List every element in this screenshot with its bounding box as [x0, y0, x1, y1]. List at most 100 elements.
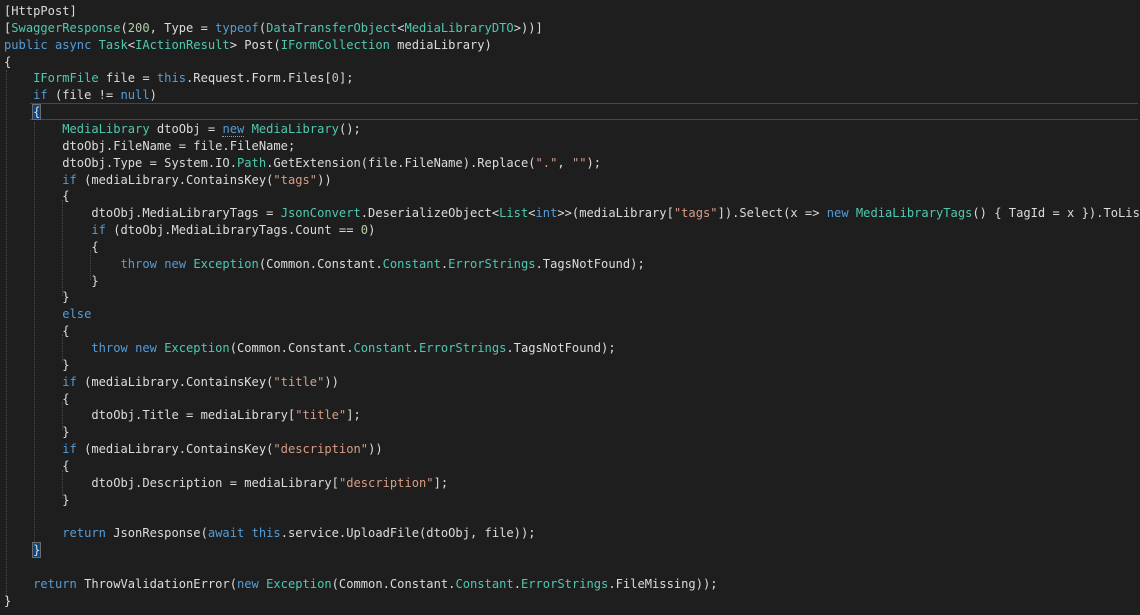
code-line[interactable]: IFormFile file = this.Request.Form.Files…: [4, 70, 353, 87]
type-token: Exception: [193, 256, 259, 271]
type-token: Exception: [266, 576, 332, 591]
keyword-token: if: [62, 172, 77, 187]
code-line[interactable]: {: [4, 188, 69, 205]
code-line[interactable]: {: [4, 104, 42, 121]
code-line[interactable]: dtoObj.Type = System.IO.Path.GetExtensio…: [4, 155, 601, 172]
code-editor[interactable]: [HttpPost] [SwaggerResponse(200, Type = t…: [0, 0, 1140, 615]
type-token: Path: [237, 155, 267, 170]
code-line[interactable]: {: [4, 239, 98, 256]
code-line[interactable]: public async Task<IActionResult> Post(IF…: [4, 37, 492, 54]
keyword-token: async: [54, 37, 92, 52]
code-line[interactable]: }: [4, 542, 42, 559]
code-text: );: [586, 155, 602, 170]
code-line[interactable]: if (dtoObj.MediaLibraryTags.Count == 0): [4, 222, 375, 239]
code-text: }: [4, 290, 70, 305]
code-text: }: [4, 273, 99, 288]
keyword-token: null: [120, 88, 150, 103]
code-line[interactable]: {: [4, 391, 70, 408]
code-line[interactable]: dtoObj.MediaLibraryTags = JsonConvert.De…: [4, 205, 1140, 222]
code-line[interactable]: dtoObj.Description = mediaLibrary["descr…: [4, 475, 448, 492]
code-line[interactable]: {: [4, 323, 70, 340]
code-line[interactable]: {: [4, 54, 11, 71]
code-text: )): [368, 442, 383, 457]
type-token: IFormFile: [33, 71, 99, 86]
type-token: JsonConvert: [280, 206, 361, 221]
code-text: .service.UploadFile(dtoObj, file));: [280, 526, 536, 541]
keyword-token: int: [535, 206, 558, 221]
code-line[interactable]: throw new Exception(Common.Constant.Cons…: [4, 256, 645, 273]
code-line[interactable]: {: [4, 458, 69, 475]
keyword-token: throw: [120, 256, 157, 271]
code-text: [HttpPost]: [4, 4, 77, 18]
string-token: "title": [295, 408, 347, 423]
string-token: "": [571, 155, 587, 170]
code-line[interactable]: if (mediaLibrary.ContainsKey("title")): [4, 374, 339, 391]
code-text: dtoObj.Description = mediaLibrary[: [4, 475, 339, 490]
code-text: , Type =: [149, 20, 216, 35]
type-token: ErrorStrings: [520, 576, 609, 591]
string-token: "description": [273, 442, 369, 457]
string-token: "tags": [273, 172, 318, 187]
code-text: >))]: [513, 20, 543, 35]
code-text: {: [4, 324, 70, 339]
code-line[interactable]: MediaLibrary dtoObj = new MediaLibrary()…: [4, 121, 361, 138]
code-text: (mediaLibrary.ContainsKey(: [76, 172, 274, 187]
code-line[interactable]: if (file != null): [4, 87, 157, 104]
keyword-token: this: [251, 526, 281, 541]
keyword-token: new: [135, 341, 157, 355]
type-token: Constant: [382, 256, 441, 271]
code-line[interactable]: }: [4, 289, 70, 306]
code-line[interactable]: }: [4, 424, 70, 441]
code-text: ): [149, 88, 157, 103]
code-text: }: [4, 425, 70, 440]
keyword-token: return: [62, 526, 106, 541]
code-text: (mediaLibrary.ContainsKey(: [76, 374, 274, 389]
code-text: ,: [557, 155, 572, 170]
code-text: .TagsNotFound);: [506, 341, 616, 355]
code-text: >>(mediaLibrary[: [557, 206, 674, 221]
code-line[interactable]: }: [4, 593, 11, 610]
code-text: {: [4, 391, 70, 406]
code-text: ();: [338, 121, 361, 136]
code-line[interactable]: throw new Exception(Common.Constant.Cons…: [4, 340, 616, 357]
code-line[interactable]: dtoObj.FileName = file.FileName;: [4, 138, 295, 155]
code-line[interactable]: [HttpPost]: [4, 3, 77, 20]
code-line[interactable]: }: [4, 357, 69, 374]
code-line[interactable]: [SwaggerResponse(200, Type = typeof(Data…: [4, 20, 543, 37]
code-line[interactable]: else: [4, 306, 91, 323]
keyword-token: return: [33, 576, 77, 591]
type-token: Task: [98, 37, 128, 52]
code-line[interactable]: return JsonResponse(await this.service.U…: [4, 525, 536, 542]
code-line[interactable]: }: [4, 273, 99, 290]
string-token: ".": [535, 155, 558, 170]
code-line[interactable]: return ThrowValidationError(new Exceptio…: [4, 576, 717, 593]
code-text: JsonResponse(: [105, 526, 208, 541]
code-text: dtoObj.FileName = file.FileName;: [4, 138, 296, 153]
code-line[interactable]: if (mediaLibrary.ContainsKey("tags")): [4, 172, 332, 189]
code-text: mediaLibrary): [389, 37, 492, 52]
code-text: {: [4, 54, 12, 69]
code-text: )): [324, 374, 339, 389]
type-token: Constant: [353, 341, 412, 355]
code-line[interactable]: }: [4, 492, 69, 509]
code-text: ];: [346, 408, 361, 423]
code-line[interactable]: if (mediaLibrary.ContainsKey("descriptio…: [4, 441, 383, 458]
matched-brace: {: [32, 104, 42, 121]
keyword-token: this: [156, 71, 187, 86]
keyword-token: if: [91, 223, 106, 238]
type-token: MediaLibrary: [251, 121, 339, 136]
code-text: dtoObj.MediaLibraryTags =: [4, 206, 281, 221]
code-line[interactable]: dtoObj.Title = mediaLibrary["title"];: [4, 407, 361, 424]
code-text: )): [317, 172, 332, 187]
